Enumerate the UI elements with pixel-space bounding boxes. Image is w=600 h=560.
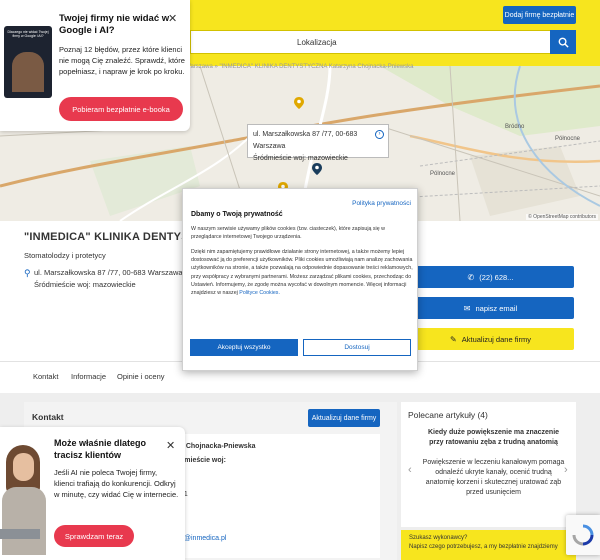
cookie-details-text: Dzięki nim zapamiętujemy prawidłowe dzia… [191,248,413,297]
cookie-consent-dialog: Polityka prywatności Dbamy o Twoją prywa… [182,188,418,371]
promo-body: Jeśli AI nie poleca Twojej firmy, klienc… [54,468,179,499]
company-address: ⚲ ul. Marszałkowska 87 /77, 00-683 Warsz… [24,267,183,291]
recaptcha-icon [572,524,594,546]
check-now-button[interactable]: Sprawdzam teraz [54,525,134,547]
phone-label: (22) 628... [479,272,514,282]
contact-title: Kontakt [32,412,64,422]
cookie-intro-text: W naszym serwisie używamy plików cookies… [191,226,385,240]
tab-info[interactable]: Informacje [71,372,106,381]
woman-photo [0,437,48,555]
ai-visibility-promo-popup: Może właśnie dlatego tracisz klientów Je… [0,427,185,560]
ebook-cover-photo [12,52,44,92]
privacy-policy-link[interactable]: Polityka prywatności [352,200,411,207]
promo-title: Twojej firmy nie widać w Google i AI? [59,13,170,36]
recommended-articles: Polecane artykuły (4) ‹ › Kiedy duże pow… [401,402,576,527]
email-label: napisz email [475,303,518,313]
breadcrumb[interactable]: » Warszawa » "INMEDICA" KLINIKA DENTYSTY… [180,64,413,70]
update-company-button[interactable]: ✎ Aktualizuj dane firmy [407,328,574,350]
cookie-details-body: Dzięki nim zapamiętujemy prawidłowe dzia… [191,249,413,297]
contact-owner: a Chojnacka-Pniewska [180,443,256,450]
email-button[interactable]: ✉ napisz email [407,297,574,319]
ebook-cover-text: Dlaczego nie widać Twojej firmy w Google… [7,30,49,38]
map-address-popup: ul. Marszałkowska 87 /77, 00-683 Warszaw… [247,124,389,162]
cookie-title: Dbamy o Twoją prywatność [191,211,283,218]
location-search-input[interactable]: Lokalizacja [190,30,576,54]
location-pin-icon: ⚲ [24,268,31,278]
close-icon[interactable]: ✕ [168,12,177,25]
promo-title: Może właśnie dlatego tracisz klientów [54,438,147,460]
tab-contact[interactable]: Kontakt [33,372,58,381]
map-label: Północne [555,136,581,142]
popup-address-line1: ul. Marszałkowska 87 /77, 00-683 Warszaw… [253,131,358,150]
article-headline[interactable]: Kiedy duże powiększenie ma znaczenie prz… [421,428,566,448]
edit-icon: ✎ [450,334,457,344]
customize-button[interactable]: Dostosuj [303,339,411,356]
map-label: Pólnocne [430,171,456,177]
chevron-left-icon[interactable]: ‹ [408,464,412,476]
tab-reviews[interactable]: Opinie i oceny [117,372,165,381]
search-button[interactable] [550,30,576,54]
recaptcha-badge[interactable] [566,515,600,555]
find-contractor-title: Szukasz wykonawcy? [409,535,468,541]
location-placeholder: Lokalizacja [297,37,337,47]
recommended-title: Polecane artykuły (4) [408,410,488,420]
update-label: Aktualizuj dane firmy [461,334,531,344]
contact-region: dmieście woj: [180,457,226,464]
popup-address-line2: Śródmieście woj: mazowieckie [253,155,348,162]
address-line2: Śródmieście woj: mazowieckie [34,280,136,289]
phone-icon: ✆ [467,272,475,282]
promo-body: Poznaj 12 błędów, przez które klienci ni… [59,45,185,76]
contact-email[interactable]: a@inmedica.pl [180,535,226,542]
phone-button[interactable]: ✆ (22) 628... [407,266,574,288]
find-contractor-text: Napisz czego potrzebujesz, a my bezpłatn… [409,544,558,550]
accept-all-button[interactable]: Akceptuj wszystko [190,339,298,356]
address-line1: ul. Marszałkowska 87 /77, 00-683 Warszaw… [34,268,183,277]
map-attribution[interactable]: © OpenStreetMap contributors [526,214,598,220]
article-summary: Powiększenie w leczeniu kanałowym pomaga… [422,459,565,496]
arrow-right-icon[interactable]: › [375,130,384,139]
map-label: Bródno [505,124,525,130]
company-category[interactable]: Stomatolodzy i protetycy [24,251,106,260]
map-marker-icon[interactable] [294,97,304,109]
envelope-icon: ✉ [463,303,471,313]
find-contractor-box[interactable]: Szukasz wykonawcy? Napisz czego potrzebu… [401,530,576,560]
ebook-promo-popup: Dlaczego nie widać Twojej firmy w Google… [0,0,190,131]
add-company-button[interactable]: Dodaj firmę bezpłatnie [503,6,576,24]
contact-update-button[interactable]: Aktualizuj dane firmy [308,409,380,427]
search-icon [558,37,569,48]
ebook-cover-image: Dlaczego nie widać Twojej firmy w Google… [4,26,52,98]
cookie-policy-link[interactable]: Polityce Cookies. [239,290,280,296]
close-icon[interactable]: ✕ [166,439,175,452]
download-ebook-button[interactable]: Pobieram bezpłatnie e-booka [59,97,183,121]
